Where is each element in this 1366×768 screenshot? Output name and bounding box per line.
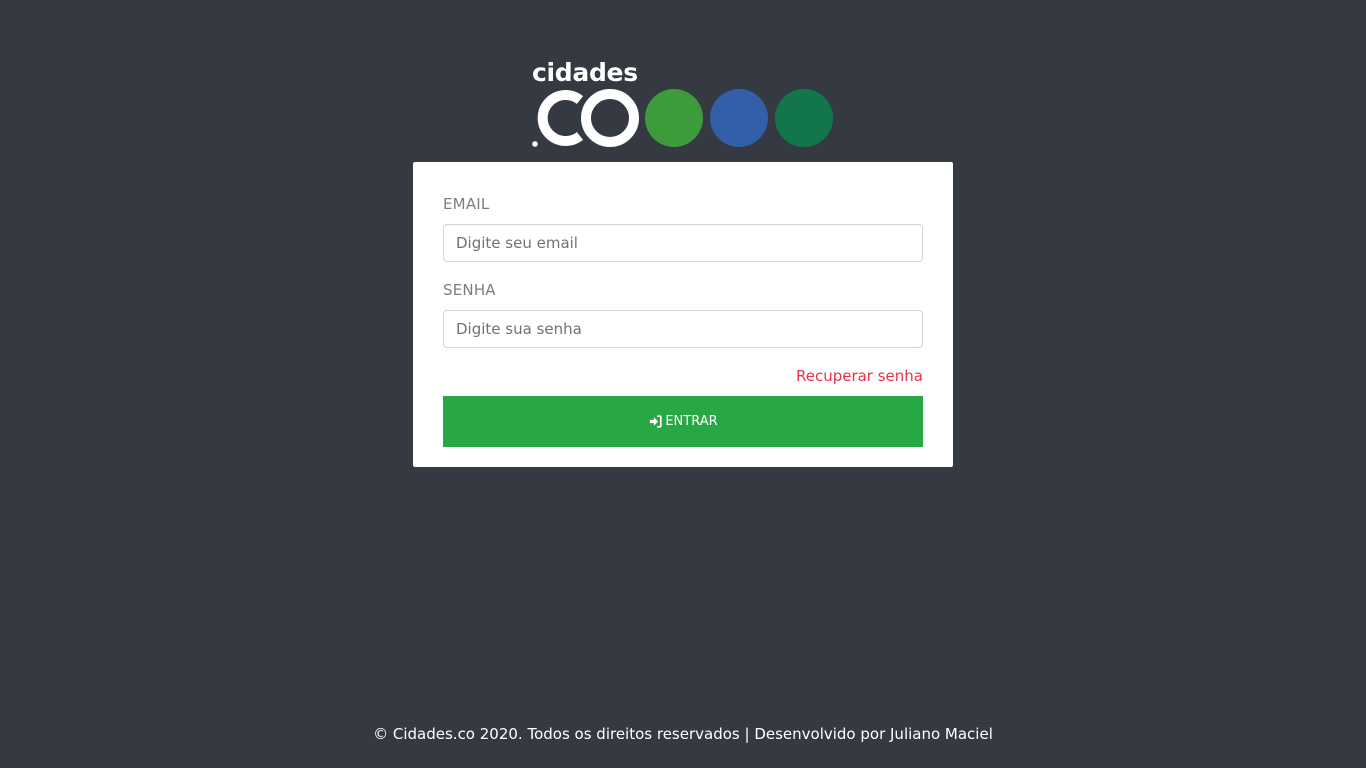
email-input[interactable] — [443, 224, 923, 262]
logo-dark-green-circle — [775, 89, 833, 147]
recover-password-link[interactable]: Recuperar senha — [796, 367, 923, 385]
sign-in-icon — [648, 415, 662, 429]
logo-blue-circle — [710, 89, 768, 147]
footer-text: © Cidades.co 2020. Todos os direitos res… — [373, 725, 993, 743]
logo-green-circle — [645, 89, 703, 147]
login-button-label: ENTRAR — [665, 414, 718, 429]
login-button[interactable]: ENTRAR — [443, 396, 923, 447]
password-input[interactable] — [443, 310, 923, 348]
login-card: EMAIL SENHA Recuperar senha ENTRAR — [413, 162, 953, 467]
logo-co-mark — [532, 89, 639, 147]
logo-wordmark: cidades — [532, 58, 638, 87]
brand-logo: cidades — [532, 60, 834, 150]
password-label: SENHA — [443, 281, 496, 299]
email-label: EMAIL — [443, 195, 490, 213]
